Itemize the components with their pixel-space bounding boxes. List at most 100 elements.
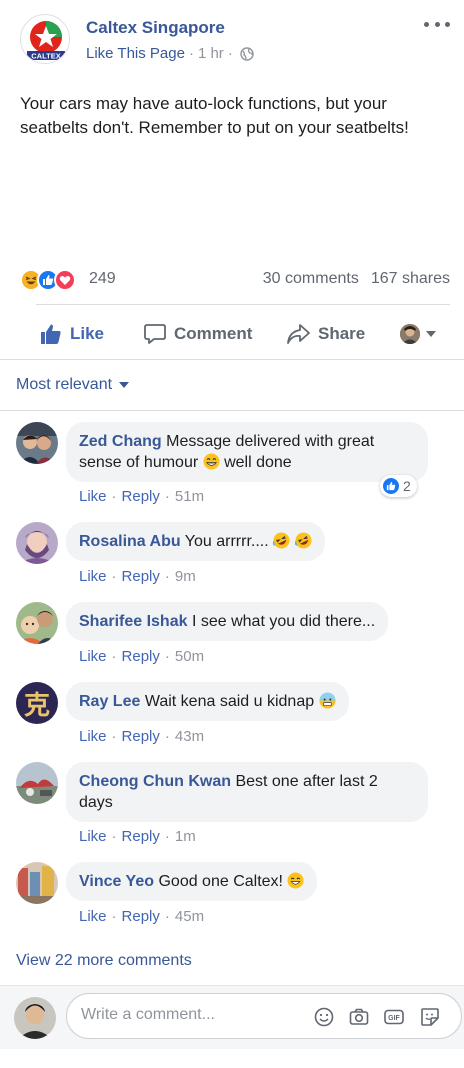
- comment-time[interactable]: 1m: [175, 828, 196, 845]
- svg-text:CALTEX: CALTEX: [31, 52, 60, 61]
- comment-author[interactable]: Vince Yeo: [79, 873, 154, 890]
- avatar[interactable]: [16, 522, 58, 564]
- share-arrow-icon: [287, 324, 310, 344]
- comments-shares: 30 comments 167 shares: [263, 270, 450, 288]
- comment-meta: Like · Reply · 45m: [79, 908, 205, 925]
- comment-author[interactable]: Sharifee Ishak: [79, 613, 188, 630]
- comment-like-link[interactable]: Like: [79, 488, 107, 505]
- comment-bubble: Ray Lee Wait kena said u kidnap: [66, 682, 349, 721]
- reactions-summary: 249 30 comments 167 shares: [20, 266, 450, 294]
- avatar[interactable]: 克: [16, 682, 58, 724]
- thumbs-up-icon: [41, 324, 61, 344]
- post-header: CALTEX Caltex Singapore Like This Page ·…: [20, 14, 450, 70]
- avatar: [14, 997, 56, 1039]
- comment-reply-link[interactable]: Reply: [122, 728, 160, 745]
- share-button[interactable]: Share: [286, 318, 365, 350]
- shares-count[interactable]: 167 shares: [371, 270, 450, 287]
- love-reaction-icon: [54, 269, 76, 291]
- comment-reply-link[interactable]: Reply: [122, 908, 160, 925]
- avatar[interactable]: [16, 602, 58, 644]
- comment-like-link[interactable]: Like: [79, 568, 107, 585]
- comment-item: Cheong Chun Kwan Best one after last 2 d…: [16, 762, 456, 848]
- divider: [0, 359, 464, 360]
- more-options-icon[interactable]: [424, 14, 450, 34]
- like-button[interactable]: Like: [40, 318, 104, 350]
- comment-like-link[interactable]: Like: [79, 828, 107, 845]
- comment-reply-link[interactable]: Reply: [122, 828, 160, 845]
- comment-author[interactable]: Cheong Chun Kwan: [79, 773, 231, 790]
- reaction-icons[interactable]: [20, 269, 76, 291]
- like-button-label: Like: [70, 324, 105, 343]
- post-meta: Like This Page · 1 hr ·: [86, 45, 254, 62]
- emoji-icon[interactable]: [313, 1006, 335, 1028]
- comment-meta: Like · Reply · 51m: [79, 488, 205, 505]
- comment-item: Rosalina Abu You arrrrr.... Like · Reply · 9…: [16, 522, 456, 588]
- avatar[interactable]: [16, 422, 58, 464]
- comment-item: 克 Ray Lee Wait kena said u kidnap Like · R…: [16, 682, 456, 748]
- smile-emoji-icon: [287, 872, 304, 889]
- like-page-link[interactable]: Like This Page: [86, 45, 185, 62]
- comment-bubble: Vince Yeo Good one Caltex!: [66, 862, 318, 901]
- comment-author[interactable]: Zed Chang: [79, 433, 162, 450]
- comment-text: Good one Caltex!: [158, 873, 283, 890]
- reaction-count[interactable]: 249: [89, 270, 116, 288]
- comment-item: Vince Yeo Good one Caltex! Like · Reply · 45…: [16, 862, 456, 928]
- comment-text: I see what you did there...: [191, 613, 376, 630]
- comment-time[interactable]: 50m: [175, 648, 204, 665]
- comment-meta: Like · Reply · 43m: [79, 728, 205, 745]
- view-more-comments-link[interactable]: View 22 more comments: [16, 952, 192, 970]
- comment-item: Sharifee Ishak I see what you did there.…: [16, 602, 456, 668]
- comment-reply-link[interactable]: Reply: [122, 568, 160, 585]
- comment-input[interactable]: [81, 1006, 301, 1024]
- comment-reply-link[interactable]: Reply: [122, 648, 160, 665]
- separator: ·: [188, 45, 194, 62]
- svg-text:GIF: GIF: [388, 1015, 400, 1022]
- chevron-down-icon: [119, 382, 130, 388]
- avatar[interactable]: [16, 762, 58, 804]
- comment-like-link[interactable]: Like: [79, 648, 107, 665]
- comment-time[interactable]: 9m: [175, 568, 196, 585]
- comment-likes-badge[interactable]: 2: [380, 475, 417, 497]
- divider: [0, 410, 464, 411]
- page-name[interactable]: Caltex Singapore: [86, 18, 225, 38]
- comment-sort-dropdown[interactable]: Most relevant: [16, 376, 130, 394]
- comment-time[interactable]: 43m: [175, 728, 204, 745]
- comment-meta: Like · Reply · 50m: [79, 648, 205, 665]
- comment-text: well done: [224, 454, 292, 471]
- avatar[interactable]: [16, 862, 58, 904]
- sort-label: Most relevant: [16, 376, 113, 393]
- avatar-glyph: 克: [23, 690, 50, 721]
- comment-text: You arrrrr....: [184, 533, 269, 550]
- comment-reply-link[interactable]: Reply: [122, 488, 160, 505]
- divider: [36, 304, 450, 305]
- comment-author[interactable]: Ray Lee: [79, 693, 140, 710]
- globe-icon: [240, 46, 254, 61]
- comments-count[interactable]: 30 comments: [263, 270, 359, 287]
- comment-like-link[interactable]: Like: [79, 728, 107, 745]
- comment-time[interactable]: 51m: [175, 488, 204, 505]
- rofl-emoji-icon: [294, 532, 312, 549]
- avatar: [400, 324, 420, 344]
- grin-emoji-icon: [203, 453, 220, 470]
- share-button-label: Share: [318, 324, 366, 343]
- comment-bubble: Cheong Chun Kwan Best one after last 2 d…: [66, 762, 428, 822]
- like-reaction-icon: [383, 478, 399, 494]
- comment-like-link[interactable]: Like: [79, 908, 107, 925]
- comment-bubble: Sharifee Ishak I see what you did there.…: [66, 602, 389, 641]
- comment-time[interactable]: 45m: [175, 908, 204, 925]
- separator: ·: [227, 45, 233, 62]
- comment-author[interactable]: Rosalina Abu: [79, 533, 181, 550]
- rofl-emoji-icon: [273, 532, 290, 549]
- post-time[interactable]: 1 hr: [198, 45, 224, 62]
- caltex-logo[interactable]: CALTEX: [20, 14, 70, 64]
- chevron-down-icon: [426, 331, 436, 337]
- comment-button-label: Comment: [174, 324, 253, 343]
- comment-bubble: Rosalina Abu You arrrrr....: [66, 522, 325, 561]
- comment-input-box[interactable]: GIF: [66, 993, 462, 1039]
- comment-text: Wait kena said u kidnap: [144, 693, 315, 710]
- post-text: Your cars may have auto-lock functions, …: [20, 94, 409, 137]
- sticker-icon[interactable]: [419, 1006, 441, 1028]
- gif-icon[interactable]: GIF: [383, 1006, 405, 1028]
- camera-icon[interactable]: [348, 1006, 370, 1028]
- reaction-as-selector[interactable]: [400, 318, 436, 350]
